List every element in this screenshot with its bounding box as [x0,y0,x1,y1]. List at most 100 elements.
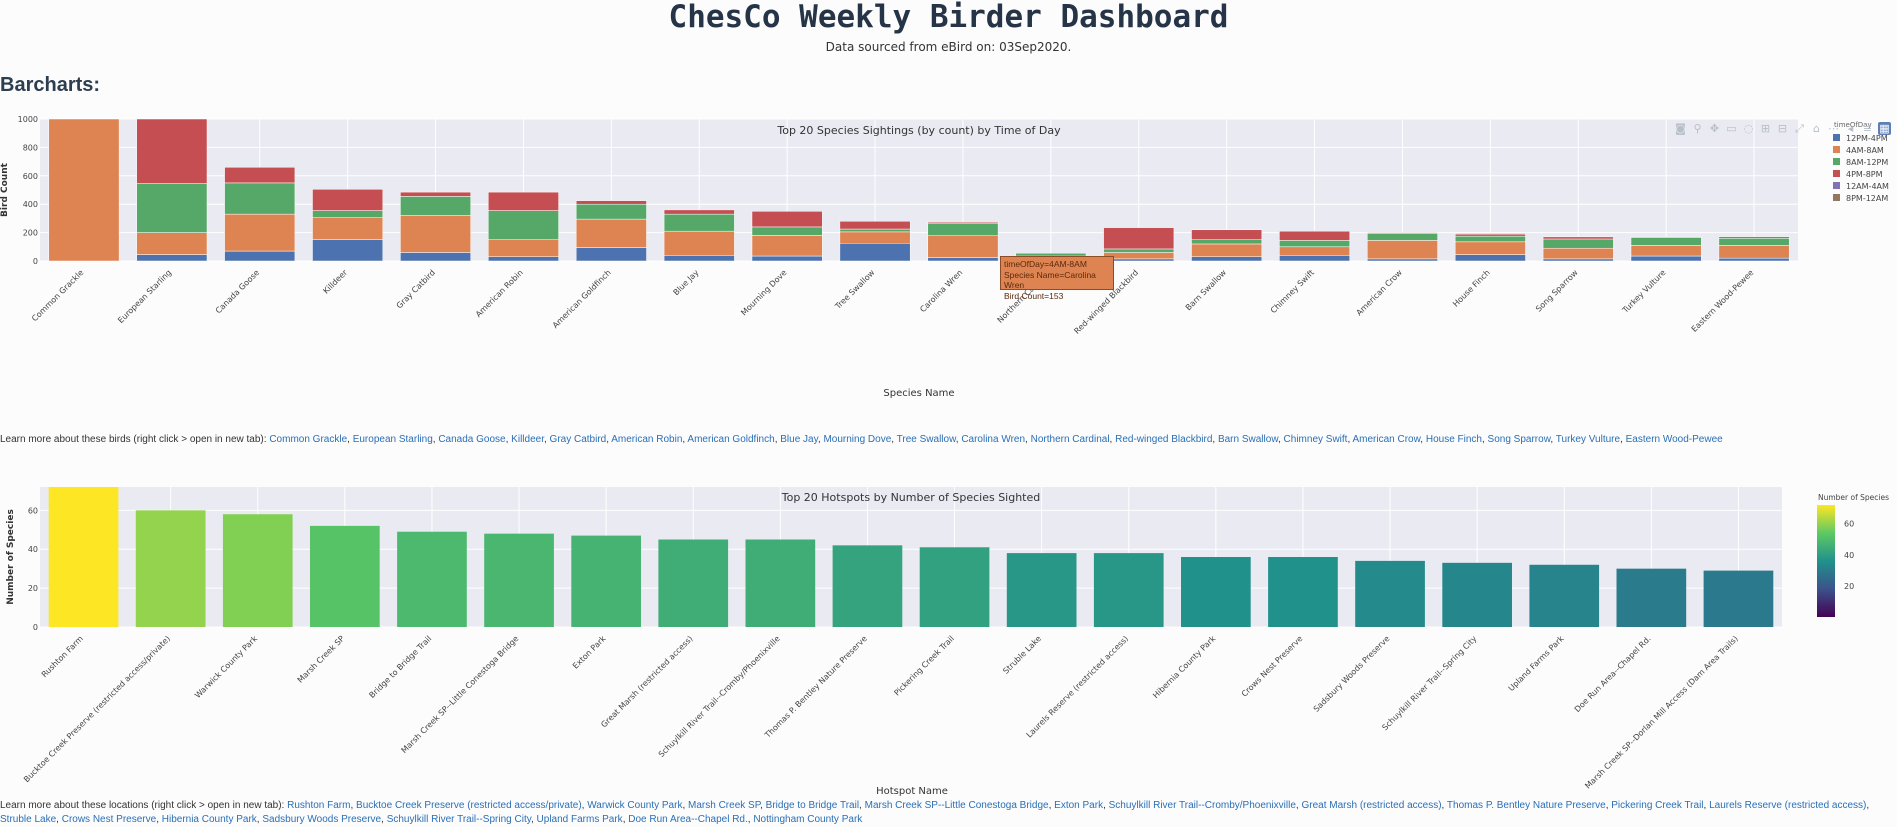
zoom-in-icon[interactable]: ⊞ [1759,122,1772,135]
bird-link[interactable]: American Crow [1352,434,1420,445]
location-link[interactable]: Laurels Reserve (restricted access) [1709,800,1866,811]
bird-link[interactable]: Song Sparrow [1488,434,1551,445]
bar-segment[interactable] [927,235,999,258]
bar-segment[interactable] [1191,256,1263,262]
bar-segment[interactable] [136,118,208,184]
bar[interactable] [571,535,641,627]
hover-closest-icon[interactable]: ◂ [1844,122,1857,135]
location-link[interactable]: Warwick County Park [587,800,682,811]
bar-segment[interactable] [663,213,735,232]
bar-segment[interactable] [1542,247,1614,260]
bar[interactable] [1006,553,1077,627]
bar-segment[interactable] [1367,232,1438,234]
bar-segment[interactable] [312,189,384,211]
bar-segment[interactable] [1630,237,1702,246]
bird-link[interactable]: Turkey Vulture [1556,434,1620,445]
bar-segment[interactable] [1454,254,1526,262]
bar-segment[interactable] [1279,240,1350,248]
bar-segment[interactable] [1718,236,1790,239]
bar-segment[interactable] [1103,252,1175,260]
bird-link[interactable]: Tree Swallow [897,434,956,445]
spike-lines-icon[interactable]: ⋯ [1827,122,1840,135]
bar-segment[interactable] [839,228,911,233]
bar-segment[interactable] [751,211,823,228]
bird-link[interactable]: Common Grackle [269,434,347,445]
bar-segment[interactable] [839,243,911,262]
bar[interactable] [48,487,119,627]
bird-link[interactable]: Canada Goose [438,434,505,445]
bar-segment[interactable] [1718,238,1790,246]
location-link[interactable]: Struble Lake [0,814,56,825]
location-link[interactable]: Bucktoe Creek Preserve (restricted acces… [356,800,582,811]
location-link[interactable]: Hibernia County Park [162,814,257,825]
legend-swatch[interactable] [1833,182,1840,189]
bar[interactable] [658,539,729,628]
bar[interactable] [222,514,293,627]
bar-segment[interactable] [488,239,559,257]
bar-segment[interactable] [400,191,471,197]
bar-segment[interactable] [1454,235,1526,243]
bar-segment[interactable] [663,255,735,262]
bar-segment[interactable] [224,182,296,215]
hotspots-bar-chart[interactable]: 0 20 40 60 Rushton FarmBucktoe Creek Preserv… [0,478,1897,798]
bar-segment[interactable] [400,252,471,262]
bird-link[interactable]: Carolina Wren [961,434,1025,445]
pan-icon[interactable]: ✥ [1708,122,1721,135]
bird-link[interactable]: Northern Cardinal [1031,434,1110,445]
location-link[interactable]: Sadsbury Woods Preserve [262,814,381,825]
reset-axes-icon[interactable]: ⌂ [1810,122,1823,135]
bar-segment[interactable] [751,226,823,236]
legend-swatch[interactable] [1833,146,1840,153]
bird-link[interactable]: American Robin [611,434,682,445]
bar-segment[interactable] [1367,258,1438,262]
zoom-icon[interactable]: ⚲ [1691,122,1704,135]
bird-link[interactable]: Red-winged Blackbird [1115,434,1212,445]
bar-segment[interactable] [1367,240,1438,260]
legend-swatch[interactable] [1833,170,1840,177]
bar-segment[interactable] [575,247,647,262]
bar[interactable] [1616,568,1687,627]
box-select-icon[interactable]: ▭ [1725,122,1738,135]
bar-segment[interactable] [1542,238,1614,249]
bar-segment[interactable] [488,210,559,240]
bar-segment[interactable] [575,200,647,205]
bar[interactable] [1268,557,1338,627]
bar-segment[interactable] [663,230,735,256]
bar-segment[interactable] [136,254,208,262]
bar-segment[interactable] [224,167,296,184]
bird-link[interactable]: Blue Jay [780,434,818,445]
bar-segment[interactable] [224,250,296,262]
legend-swatch[interactable] [1833,158,1840,165]
location-link[interactable]: Thomas P. Bentley Nature Preserve [1447,800,1606,811]
bar-segment[interactable] [751,255,823,262]
bar[interactable] [397,531,467,627]
location-link[interactable]: Rushton Farm [287,800,350,811]
zoom-out-icon[interactable]: ⊟ [1776,122,1789,135]
bar-segment[interactable] [927,223,999,236]
bird-link[interactable]: Chimney Swift [1284,434,1348,445]
bird-link[interactable]: Gray Catbird [550,434,607,445]
bar-segment[interactable] [312,217,384,240]
hover-compare-icon[interactable]: ≡ [1861,122,1874,135]
camera-icon[interactable]: ◙ [1674,122,1687,135]
bar-segment[interactable] [1718,245,1790,259]
location-link[interactable]: Pickering Creek Trail [1611,800,1703,811]
location-link[interactable]: Bridge to Bridge Trail [766,800,859,811]
bar-segment[interactable] [1279,246,1350,256]
bar-segment[interactable] [1103,227,1175,250]
bar-segment[interactable] [1103,248,1175,253]
bar-segment[interactable] [136,232,208,255]
bar[interactable] [135,510,206,627]
species-stacked-bar-chart[interactable]: 0 200 400 600 800 1000 Common Grackle European … [0,112,1897,412]
legend-swatch[interactable] [1833,194,1840,201]
bar-segment[interactable] [1630,245,1702,257]
bar-segment[interactable] [224,213,296,252]
bar-segment[interactable] [1542,236,1614,240]
bar[interactable] [1181,557,1251,627]
lasso-icon[interactable]: ◌ [1742,122,1755,135]
bar-segment[interactable] [839,220,911,230]
bird-link[interactable]: Killdeer [511,434,544,445]
bird-link[interactable]: European Starling [353,434,433,445]
bar[interactable] [310,525,380,627]
bar[interactable] [1442,562,1512,627]
